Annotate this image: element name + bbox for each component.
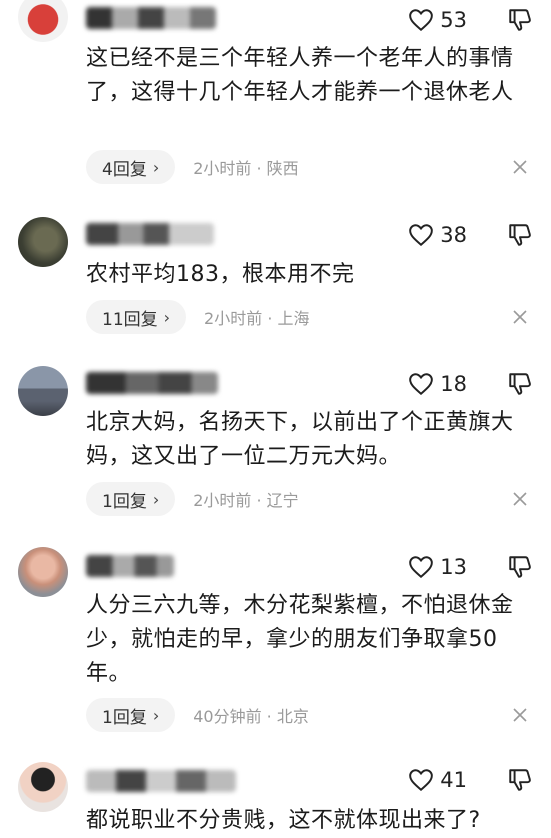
- chevron-right-icon: ›: [152, 489, 160, 509]
- thumbs-down-icon[interactable]: [507, 7, 533, 33]
- like-count: 38: [440, 223, 467, 247]
- thumbs-down-icon[interactable]: [507, 371, 533, 397]
- replies-label: 1回复: [102, 491, 147, 512]
- comment-text: 人分三六九等，木分花梨紫檀，不怕退休金少，就怕走的早，拿少的朋友们争取拿50年。: [86, 593, 514, 686]
- comment-text: 农村平均183，根本用不完: [86, 262, 355, 287]
- heart-icon: [409, 373, 434, 396]
- chevron-right-icon: ›: [152, 157, 160, 177]
- heart-icon: [409, 9, 434, 32]
- chevron-right-icon: ›: [163, 307, 171, 327]
- heart-icon: [409, 556, 434, 579]
- timestamp-location: 2小时前 · 陕西: [193, 159, 299, 178]
- replies-button[interactable]: 1回复 ›: [86, 698, 176, 732]
- like-button[interactable]: 13: [408, 553, 467, 581]
- heart-icon: [409, 769, 434, 792]
- replies-button[interactable]: 11回复 ›: [86, 300, 187, 334]
- thumbs-down-icon[interactable]: [507, 554, 533, 580]
- comment-text: 北京大妈，名扬天下，以前出了个正黄旗大妈，这又出了一位二万元大妈。: [86, 410, 514, 469]
- avatar[interactable]: [18, 366, 68, 416]
- close-icon[interactable]: [511, 706, 529, 724]
- replies-label: 4回复: [102, 159, 147, 180]
- like-count: 53: [440, 8, 467, 32]
- username-blurred[interactable]: [86, 7, 216, 29]
- comment-text: 这已经不是三个年轻人养一个老年人的事情了，这得十几个年轻人才能养一个退休老人: [86, 46, 514, 105]
- replies-button[interactable]: 1回复 ›: [86, 482, 176, 516]
- like-button[interactable]: 53: [408, 6, 467, 34]
- chevron-right-icon: ›: [152, 705, 160, 725]
- heart-icon: [409, 224, 434, 247]
- avatar[interactable]: [18, 762, 68, 812]
- avatar[interactable]: [18, 547, 68, 597]
- username-blurred[interactable]: [86, 372, 218, 394]
- comment-meta: 4回复 › 2小时前 · 陕西: [86, 150, 299, 184]
- comment-text: 都说职业不分贵贱，这不就体现出来了?: [86, 808, 481, 833]
- comment-meta: 1回复 › 40分钟前 · 北京: [86, 698, 309, 732]
- like-button[interactable]: 41: [408, 766, 467, 794]
- username-blurred[interactable]: [86, 770, 236, 792]
- close-icon[interactable]: [511, 308, 529, 326]
- replies-button[interactable]: 4回复 ›: [86, 150, 176, 184]
- avatar[interactable]: [18, 217, 68, 267]
- close-icon[interactable]: [511, 158, 529, 176]
- like-count: 41: [440, 768, 467, 792]
- thumbs-down-icon[interactable]: [507, 222, 533, 248]
- username-blurred[interactable]: [86, 223, 214, 245]
- like-button[interactable]: 38: [408, 221, 467, 249]
- username-blurred[interactable]: [86, 555, 174, 577]
- replies-label: 1回复: [102, 707, 147, 728]
- replies-label: 11回复: [102, 309, 158, 330]
- comment-meta: 11回复 › 2小时前 · 上海: [86, 300, 310, 334]
- close-icon[interactable]: [511, 490, 529, 508]
- timestamp-location: 2小时前 · 上海: [204, 309, 310, 328]
- like-count: 18: [440, 372, 467, 396]
- like-count: 13: [440, 555, 467, 579]
- timestamp-location: 2小时前 · 辽宁: [193, 491, 299, 510]
- comment-meta: 1回复 › 2小时前 · 辽宁: [86, 482, 299, 516]
- thumbs-down-icon[interactable]: [507, 767, 533, 793]
- timestamp-location: 40分钟前 · 北京: [193, 707, 309, 726]
- like-button[interactable]: 18: [408, 370, 467, 398]
- avatar[interactable]: [18, 0, 68, 42]
